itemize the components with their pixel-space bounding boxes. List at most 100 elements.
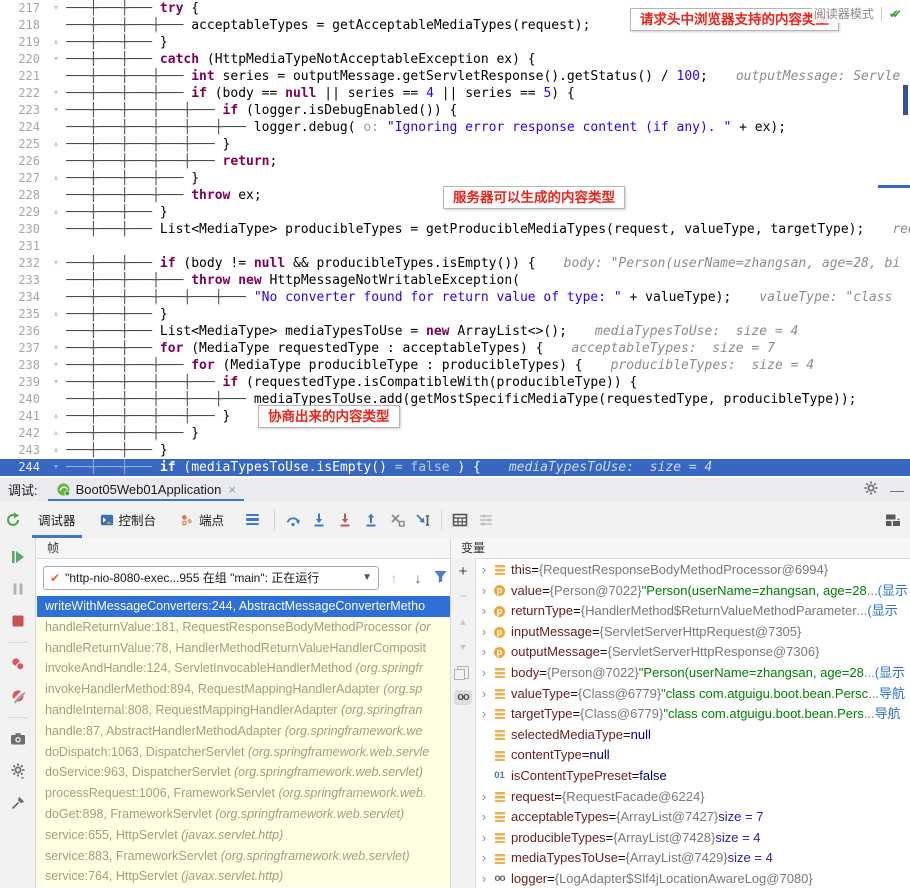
show-watches-toggle[interactable]: oo bbox=[454, 689, 472, 705]
line-number[interactable]: 240 bbox=[0, 391, 46, 408]
fold-marker-icon[interactable]: ▿ bbox=[46, 357, 66, 374]
session-tab[interactable]: Boot05Web01Application × bbox=[47, 478, 244, 502]
settings-gear-icon[interactable] bbox=[858, 481, 884, 498]
variable-row[interactable]: › mediaTypesToUse = {ArrayList@7429} size… bbox=[476, 848, 910, 869]
add-watch-button[interactable]: + bbox=[454, 564, 472, 580]
expand-chevron-icon[interactable]: › bbox=[476, 622, 492, 643]
layout-settings-button[interactable] bbox=[473, 507, 499, 533]
variable-row[interactable]: › targetType = {Class@6779} "class com.at… bbox=[476, 704, 910, 725]
line-number[interactable]: 217 bbox=[0, 0, 46, 17]
expand-chevron-icon[interactable]: › bbox=[476, 642, 492, 663]
close-icon[interactable]: × bbox=[226, 482, 236, 497]
line-number[interactable]: 220 bbox=[0, 51, 46, 68]
stack-frame[interactable]: handleReturnValue:78, HandlerMethodRetur… bbox=[37, 637, 450, 659]
move-down-button[interactable]: ▼ bbox=[454, 639, 472, 655]
line-number[interactable]: 228 bbox=[0, 187, 46, 204]
stack-frame[interactable]: writeWithMessageConverters:244, Abstract… bbox=[37, 596, 450, 617]
value-link[interactable]: 导航 bbox=[875, 704, 901, 725]
thread-selector[interactable]: ✔ "http-nio-8080-exec...955 在组 "main": 正… bbox=[43, 565, 379, 590]
fold-marker-icon[interactable]: ▵ bbox=[46, 170, 66, 187]
value-link[interactable]: (显示 bbox=[867, 601, 897, 622]
expand-chevron-icon[interactable]: › bbox=[476, 807, 492, 828]
line-number[interactable]: 231 bbox=[0, 238, 46, 255]
pause-button[interactable] bbox=[7, 578, 29, 600]
move-up-button[interactable]: ▲ bbox=[454, 614, 472, 630]
fold-marker-icon[interactable]: ▿ bbox=[46, 51, 66, 68]
line-number[interactable]: 234 bbox=[0, 289, 46, 306]
reader-mode-label[interactable]: 阅读器模式 bbox=[814, 5, 874, 22]
variable-row[interactable]: 01 isContentTypePreset = false bbox=[476, 766, 910, 787]
line-number[interactable]: 239 bbox=[0, 374, 46, 391]
variable-row[interactable]: › body = {Person@7022} "Person(userName=z… bbox=[476, 663, 910, 684]
fold-marker-icon[interactable]: ▵ bbox=[46, 204, 66, 221]
fold-marker-icon[interactable]: ▵ bbox=[46, 442, 66, 459]
line-number[interactable]: 236 bbox=[0, 323, 46, 340]
camera-icon[interactable] bbox=[7, 728, 29, 750]
tab-endpoints[interactable]: 端点 bbox=[168, 502, 236, 538]
stop-button[interactable] bbox=[7, 610, 29, 632]
stack-frame[interactable]: doService:963, DispatcherServlet (org.sp… bbox=[37, 762, 450, 784]
line-number[interactable]: 230 bbox=[0, 221, 46, 238]
expand-chevron-icon[interactable]: › bbox=[476, 663, 492, 684]
line-number[interactable]: 221 bbox=[0, 68, 46, 85]
expand-chevron-icon[interactable]: › bbox=[476, 581, 492, 602]
mute-breakpoints-button[interactable] bbox=[7, 685, 29, 707]
fold-marker-icon[interactable]: ▵ bbox=[46, 306, 66, 323]
variable-row[interactable]: › request = {RequestFacade@6224} bbox=[476, 787, 910, 808]
code-editor[interactable]: 217 ▿ ───┼───┼─── try {218 ───┼───┼───┼─── … bbox=[0, 0, 910, 478]
restore-layout-button[interactable] bbox=[880, 507, 906, 533]
line-number[interactable]: 237 bbox=[0, 340, 46, 357]
pin-icon[interactable] bbox=[7, 792, 29, 814]
fold-marker-icon[interactable]: ▵ bbox=[46, 408, 66, 425]
variable-row[interactable]: › acceptableTypes = {ArrayList@7427} size… bbox=[476, 807, 910, 828]
line-number[interactable]: 227 bbox=[0, 170, 46, 187]
fold-marker-icon[interactable]: ▿ bbox=[46, 85, 66, 102]
duplicate-watch-button[interactable] bbox=[454, 664, 472, 680]
step-over-button[interactable] bbox=[280, 507, 306, 533]
variable-row[interactable]: › p inputMessage = {ServletServerHttpReque… bbox=[476, 622, 910, 643]
line-number[interactable]: 244 bbox=[0, 459, 46, 476]
expand-chevron-icon[interactable]: › bbox=[476, 787, 492, 808]
line-number[interactable]: 233 bbox=[0, 272, 46, 289]
line-number[interactable]: 218 bbox=[0, 17, 46, 34]
line-number[interactable]: 235 bbox=[0, 306, 46, 323]
expand-chevron-icon[interactable]: › bbox=[476, 560, 492, 581]
line-number[interactable]: 241 bbox=[0, 408, 46, 425]
filter-frames-button[interactable] bbox=[433, 569, 448, 587]
line-number[interactable]: 224 bbox=[0, 119, 46, 136]
stack-frame[interactable]: invokeHandlerMethod:894, RequestMappingH… bbox=[37, 679, 450, 700]
next-frame-button[interactable]: ↓ bbox=[409, 570, 427, 586]
value-link[interactable]: 导航 bbox=[879, 684, 905, 705]
line-number[interactable]: 226 bbox=[0, 153, 46, 170]
stack-frame[interactable]: service:764, HttpServlet (javax.servlet.… bbox=[37, 866, 450, 888]
force-step-into-button[interactable] bbox=[332, 507, 358, 533]
expand-chevron-icon[interactable]: › bbox=[476, 601, 492, 622]
fold-marker-icon[interactable]: ▿ bbox=[46, 0, 66, 17]
debug-settings-gear-icon[interactable] bbox=[7, 760, 29, 782]
fold-marker-icon[interactable]: ▿ bbox=[46, 374, 66, 391]
tab-debugger[interactable]: 调试器 bbox=[26, 502, 88, 538]
line-number[interactable]: 222 bbox=[0, 85, 46, 102]
resume-button[interactable] bbox=[7, 546, 29, 568]
evaluate-expression-button[interactable] bbox=[447, 507, 473, 533]
variable-row[interactable]: contentType = null bbox=[476, 745, 910, 766]
variable-row[interactable]: › producibleTypes = {ArrayList@7428} size… bbox=[476, 828, 910, 849]
view-options-menu-icon[interactable] bbox=[236, 513, 269, 526]
fold-marker-icon[interactable]: ▿ bbox=[46, 102, 66, 119]
stack-frame[interactable]: processRequest:1006, FrameworkServlet (o… bbox=[37, 783, 450, 804]
line-number[interactable]: 225 bbox=[0, 136, 46, 153]
tab-console[interactable]: 控制台 bbox=[88, 502, 169, 538]
variable-row[interactable]: selectedMediaType = null bbox=[476, 725, 910, 746]
line-number[interactable]: 232 bbox=[0, 255, 46, 272]
stack-frame[interactable]: doDispatch:1063, DispatcherServlet (org.… bbox=[37, 741, 450, 763]
line-number[interactable]: 238 bbox=[0, 357, 46, 374]
view-breakpoints-button[interactable] bbox=[7, 653, 29, 675]
drop-frame-button[interactable] bbox=[384, 507, 410, 533]
variable-row[interactable]: › valueType = {Class@6779} "class com.atg… bbox=[476, 684, 910, 705]
stack-frame[interactable]: invokeAndHandle:124, ServletInvocableHan… bbox=[37, 658, 450, 680]
fold-marker-icon[interactable]: ▵ bbox=[46, 136, 66, 153]
value-link[interactable]: (显示 bbox=[878, 581, 908, 602]
stack-frame[interactable]: doGet:898, FrameworkServlet (org.springf… bbox=[37, 803, 450, 825]
expand-chevron-icon[interactable]: › bbox=[476, 848, 492, 869]
rerun-button[interactable] bbox=[0, 507, 26, 533]
